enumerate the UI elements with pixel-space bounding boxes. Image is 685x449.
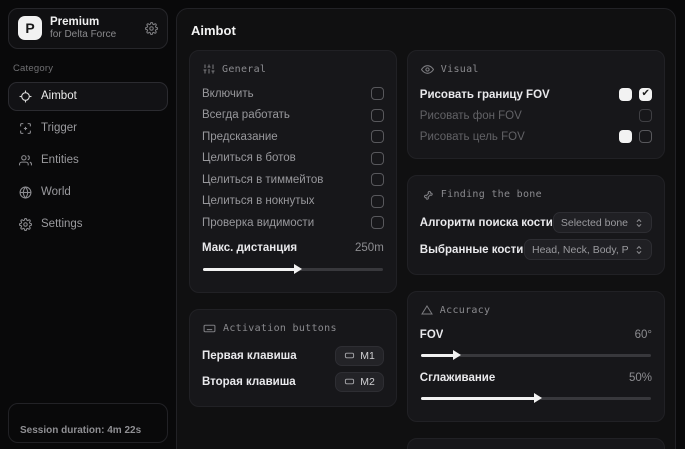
section-title: General (222, 64, 266, 75)
toggle-row: Предсказание (202, 126, 384, 148)
accuracy-card: Accuracy FOV 60° Сглаживание 50% (407, 291, 665, 422)
chevron-up-down-icon (634, 218, 644, 228)
activation-card: Activation buttons Первая клавиша M1 Вто… (189, 309, 397, 407)
app-logo: P (18, 16, 42, 40)
brand-subtitle: for Delta Force (50, 29, 137, 41)
switch-delay-card: Switch Delay Задержка переключения Задер… (407, 438, 665, 449)
checkbox-fov-target[interactable] (639, 130, 652, 143)
checkbox-fov-background[interactable] (639, 109, 652, 122)
sidebar: P Premium for Delta Force Category Aimbo… (0, 0, 176, 449)
toggle-row: Включить (202, 83, 384, 105)
section-title: Finding the bone (441, 189, 542, 200)
sidebar-item-label: Aimbot (41, 90, 77, 102)
bone-icon (421, 188, 434, 201)
slider-row: FOV 60° (420, 324, 652, 345)
keybind-row: Вторая клавиша M2 (202, 369, 384, 395)
mouse-button-icon (344, 376, 355, 387)
smoothing-slider[interactable] (421, 397, 651, 400)
category-label: Category (13, 63, 168, 74)
section-title: Visual (441, 64, 479, 75)
max-distance-slider[interactable] (203, 268, 383, 271)
slider-thumb[interactable] (294, 264, 302, 274)
keybind-button-2[interactable]: M2 (335, 372, 384, 392)
entities-icon (19, 154, 32, 167)
chevron-up-down-icon (634, 245, 644, 255)
slider-value: 60° (635, 329, 652, 341)
sidebar-item-trigger[interactable]: Trigger (8, 114, 168, 143)
general-card: General Включить Всегда работать Предска… (189, 50, 397, 293)
sidebar-item-label: Settings (41, 218, 83, 230)
gear-icon[interactable] (145, 22, 158, 35)
globe-icon (19, 186, 32, 199)
color-swatch[interactable] (619, 88, 632, 101)
mouse-button-icon (344, 350, 355, 361)
triangle-icon (421, 304, 433, 316)
section-title: Activation buttons (223, 323, 337, 334)
brand-title: Premium (50, 16, 137, 29)
slider-value: 250m (355, 242, 384, 254)
visual-row: Рисовать границу FOV (420, 84, 652, 105)
checkbox-target-teammates[interactable] (371, 173, 384, 186)
toggle-row: Целиться в ботов (202, 148, 384, 170)
sidebar-item-entities[interactable]: Entities (8, 146, 168, 175)
slider-row: Сглаживание 50% (420, 367, 652, 388)
settings-gear-icon (19, 218, 32, 231)
keybind-row: Первая клавиша M1 (202, 343, 384, 369)
eye-icon (421, 63, 434, 76)
checkbox-prediction[interactable] (371, 130, 384, 143)
toggle-row: Целиться в нокнутых (202, 191, 384, 213)
selected-bones-select[interactable]: Head, Neck, Body, Pe.. (524, 239, 652, 260)
sidebar-item-aimbot[interactable]: Aimbot (8, 82, 168, 111)
toggle-row: Проверка видимости (202, 212, 384, 234)
toggle-row: Всегда работать (202, 105, 384, 127)
brand-card: P Premium for Delta Force (8, 8, 168, 49)
page-title: Aimbot (191, 23, 665, 38)
fov-slider[interactable] (421, 354, 651, 357)
session-card: Session duration: 4m 22s (8, 403, 168, 443)
keyboard-icon (203, 322, 216, 335)
sidebar-item-label: Entities (41, 154, 79, 166)
session-duration: Session duration: 4m 22s (20, 425, 141, 436)
sidebar-item-settings[interactable]: Settings (8, 210, 168, 239)
sidebar-item-label: World (41, 186, 71, 198)
keybind-button-1[interactable]: M1 (335, 346, 384, 366)
visual-row: Рисовать фон FOV (420, 105, 652, 126)
slider-row: Макс. дистанция 250m (202, 238, 384, 259)
slider-thumb[interactable] (534, 393, 542, 403)
slider-value: 50% (629, 372, 652, 384)
bone-algorithm-select[interactable]: Selected bone (553, 212, 652, 233)
checkbox-enable[interactable] (371, 87, 384, 100)
main-panel: Aimbot General Включить Всегда работать … (176, 8, 676, 449)
checkbox-target-knocked[interactable] (371, 195, 384, 208)
slider-thumb[interactable] (453, 350, 461, 360)
checkbox-target-bots[interactable] (371, 152, 384, 165)
visual-card: Visual Рисовать границу FOV Рисовать фон… (407, 50, 665, 159)
checkbox-always-work[interactable] (371, 109, 384, 122)
checkbox-visibility-check[interactable] (371, 216, 384, 229)
toggle-row: Целиться в тиммейтов (202, 169, 384, 191)
checkbox-fov-border[interactable] (639, 88, 652, 101)
sidebar-item-label: Trigger (41, 122, 77, 134)
color-swatch[interactable] (619, 130, 632, 143)
dropdown-row: Выбранные кости Head, Neck, Body, Pe.. (420, 236, 652, 263)
section-title: Accuracy (440, 305, 491, 316)
dropdown-row: Алгоритм поиска кости Selected bone (420, 209, 652, 236)
crosshair-icon (19, 90, 32, 103)
trigger-icon (19, 122, 32, 135)
sidebar-item-world[interactable]: World (8, 178, 168, 207)
sliders-icon (203, 63, 215, 75)
visual-row: Рисовать цель FOV (420, 126, 652, 147)
bone-card: Finding the bone Алгоритм поиска кости S… (407, 175, 665, 275)
